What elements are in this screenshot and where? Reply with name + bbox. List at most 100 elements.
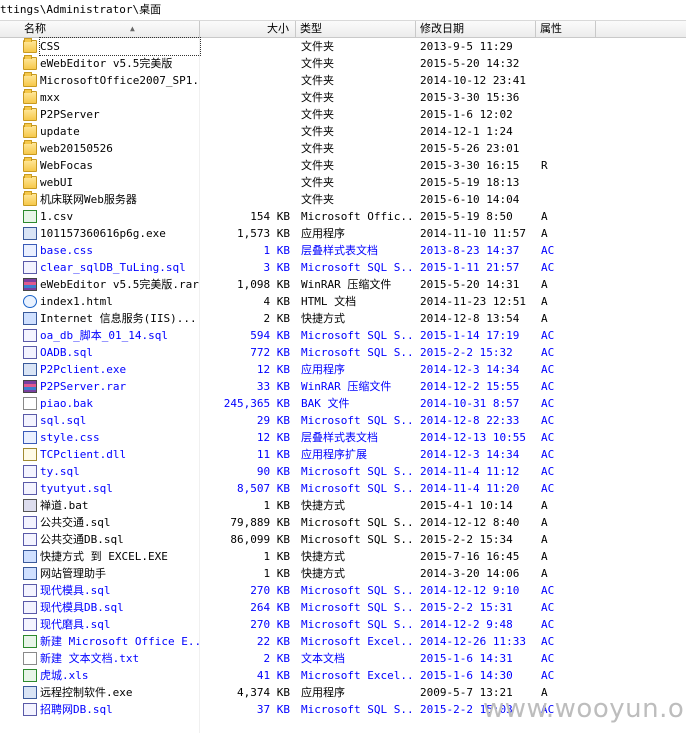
file-row[interactable]: update 文件夹 2014-12-1 1:24 [0,123,686,140]
file-date: 2014-12-2 9:48 [420,618,513,631]
file-row[interactable]: 101157360616p6g.exe 1,573 KB 应用程序 2014-11-1… [0,225,686,242]
file-row[interactable]: 网站管理助手 1 KB 快捷方式 2014-3-20 14:06 A [0,565,686,582]
file-row[interactable]: clear_sqlDB_TuLing.sql 3 KB Microsoft SQL … [0,259,686,276]
file-row[interactable]: 新建 文本文档.txt 2 KB 文本文档 2015-1-6 14:31 AC [0,650,686,667]
column-name-header[interactable]: 名称 [20,21,200,37]
file-size: 594 KB [250,329,290,342]
file-date: 2014-12-3 14:34 [420,448,520,461]
file-type: 应用程序扩展 [301,448,367,461]
file-name: 招聘网DB.sql [40,703,113,716]
bak-icon [23,397,37,410]
file-type: Microsoft SQL S... [301,516,413,529]
file-row[interactable]: 1.csv 154 KB Microsoft Offic... 2015-5-19 8… [0,208,686,225]
file-row[interactable]: eWebEditor v5.5完美版 文件夹 2015-5-20 14:32 [0,55,686,72]
file-row[interactable]: mxx 文件夹 2015-3-30 15:36 [0,89,686,106]
file-row[interactable]: ty.sql 90 KB Microsoft SQL S... 2014-11-4 1… [0,463,686,480]
file-row[interactable]: 禅道.bat 1 KB 快捷方式 2015-4-1 10:14 A [0,497,686,514]
file-attr: AC [541,618,555,631]
file-date: 2015-5-20 14:32 [420,57,520,70]
file-type: Microsoft SQL S... [301,346,413,359]
xls-icon [23,669,37,682]
file-row[interactable]: MicrosoftOffice2007_SP1... 文件夹 2014-10-12 … [0,72,686,89]
sql-icon [23,346,37,359]
folder-icon [23,72,37,87]
file-row[interactable]: P2PServer 文件夹 2015-1-6 12:02 [0,106,686,123]
sql-icon [23,465,37,478]
column-date-header[interactable]: 修改日期 [416,21,536,37]
column-type-header[interactable]: 类型 [296,21,416,37]
file-row[interactable]: sql.sql 29 KB Microsoft SQL S... 2014-12-8 … [0,412,686,429]
file-row[interactable]: oa_db_脚本_01_14.sql 594 KB Microsoft SQL S.… [0,327,686,344]
file-row[interactable]: 公共交通DB.sql 86,099 KB Microsoft SQL S... 201… [0,531,686,548]
file-row[interactable]: 新建 Microsoft Office E... 22 KB Microsoft E… [0,633,686,650]
file-row[interactable]: OADB.sql 772 KB Microsoft SQL S... 2015-2-2… [0,344,686,361]
file-row[interactable]: CSS 文件夹 2013-9-5 11:29 [0,37,686,56]
file-name: P2PServer [40,108,100,121]
file-row[interactable]: web20150526 文件夹 2015-5-26 23:01 [0,140,686,157]
file-row[interactable]: 现代模具.sql 270 KB Microsoft SQL S... 2014-12-… [0,582,686,599]
file-name: WebFocas [40,159,93,172]
file-list: CSS 文件夹 2013-9-5 11:29 eWebEditor v5.5完美版 文件… [0,37,686,718]
file-row[interactable]: WebFocas 文件夹 2015-3-30 16:15 R [0,157,686,174]
file-row[interactable]: tyutyut.sql 8,507 KB Microsoft SQL S... 201… [0,480,686,497]
file-size: 8,507 KB [237,482,290,495]
file-row[interactable]: eWebEditor v5.5完美版.rar 1,098 KB WinRAR 压缩文… [0,276,686,293]
file-attr: AC [541,329,555,342]
file-attr: AC [541,584,555,597]
file-row[interactable]: P2Pclient.exe 12 KB 应用程序 2014-12-3 14:34 AC [0,361,686,378]
sql-icon [23,261,37,274]
file-type: BAK 文件 [301,397,350,410]
file-row[interactable]: style.css 12 KB 层叠样式表文档 2014-12-13 10:55 AC [0,429,686,446]
file-row[interactable]: 快捷方式 到 EXCEL.EXE 1 KB 快捷方式 2015-7-16 16:45 A [0,548,686,565]
file-type: Microsoft Excel... [301,635,413,648]
file-row[interactable]: P2PServer.rar 33 KB WinRAR 压缩文件 2014-12-2 1… [0,378,686,395]
file-name: 1.csv [40,210,74,223]
file-row[interactable]: index1.html 4 KB HTML 文档 2014-11-23 12:51 A [0,293,686,310]
file-size: 12 KB [256,363,290,376]
column-size-header[interactable]: 大小 [200,21,296,37]
file-row[interactable]: 公共交通.sql 79,889 KB Microsoft SQL S... 2014-… [0,514,686,531]
file-type: 应用程序 [301,227,345,240]
file-row[interactable]: 现代磨具.sql 270 KB Microsoft SQL S... 2014-12-… [0,616,686,633]
file-row[interactable]: piao.bak 245,365 KB BAK 文件 2014-10-31 8:57 A… [0,395,686,412]
file-attr: A [541,533,548,546]
file-name: 机床联网Web服务器 [40,193,137,206]
file-size: 22 KB [256,635,290,648]
column-attr-header[interactable]: 属性 [536,21,596,37]
file-row[interactable]: webUI 文件夹 2015-5-19 18:13 [0,174,686,191]
file-type: 文件夹 [301,193,334,206]
file-date: 2014-12-2 15:55 [420,380,520,393]
file-size: 2 KB [263,312,291,325]
dll-icon [23,448,37,461]
watermark: www.wooyun.org [483,694,686,724]
file-type: Microsoft SQL S... [301,601,413,614]
file-size: 90 KB [256,465,290,478]
file-attr: AC [541,652,555,665]
file-size: 1,573 KB [237,227,290,240]
file-size: 264 KB [250,601,290,614]
file-row[interactable]: 机床联网Web服务器 文件夹 2015-6-10 14:04 [0,191,686,208]
file-name: P2Pclient.exe [40,363,127,376]
file-name: eWebEditor v5.5完美版 [40,57,173,70]
file-row[interactable]: Internet 信息服务(IIS)... 2 KB 快捷方式 2014-12-8 1… [0,310,686,327]
file-name: 网站管理助手 [40,567,106,580]
file-attr: AC [541,414,555,427]
file-date: 2015-5-19 18:13 [420,176,520,189]
file-date: 2015-2-2 15:32 [420,346,513,359]
file-row[interactable]: 现代模具DB.sql 264 KB Microsoft SQL S... 2015-2… [0,599,686,616]
file-type: Microsoft SQL S... [301,703,413,716]
file-row[interactable]: 虎城.xls 41 KB Microsoft Excel... 2015-1-6 14… [0,667,686,684]
file-type: 文件夹 [301,40,334,53]
file-attr: AC [541,448,555,461]
file-row[interactable]: TCPclient.dll 11 KB 应用程序扩展 2014-12-3 14:34 A… [0,446,686,463]
file-name: 现代模具.sql [40,584,111,597]
css-icon [23,431,37,444]
file-row[interactable]: base.css 1 KB 层叠样式表文档 2013-8-23 14:37 AC [0,242,686,259]
file-name: oa_db_脚本_01_14.sql [40,329,168,342]
file-attr: A [541,550,548,563]
file-size: 1 KB [263,244,291,257]
file-type: Microsoft SQL S... [301,414,413,427]
file-type: Microsoft Excel... [301,669,413,682]
file-date: 2014-3-20 14:06 [420,567,520,580]
file-date: 2014-12-8 13:54 [420,312,520,325]
